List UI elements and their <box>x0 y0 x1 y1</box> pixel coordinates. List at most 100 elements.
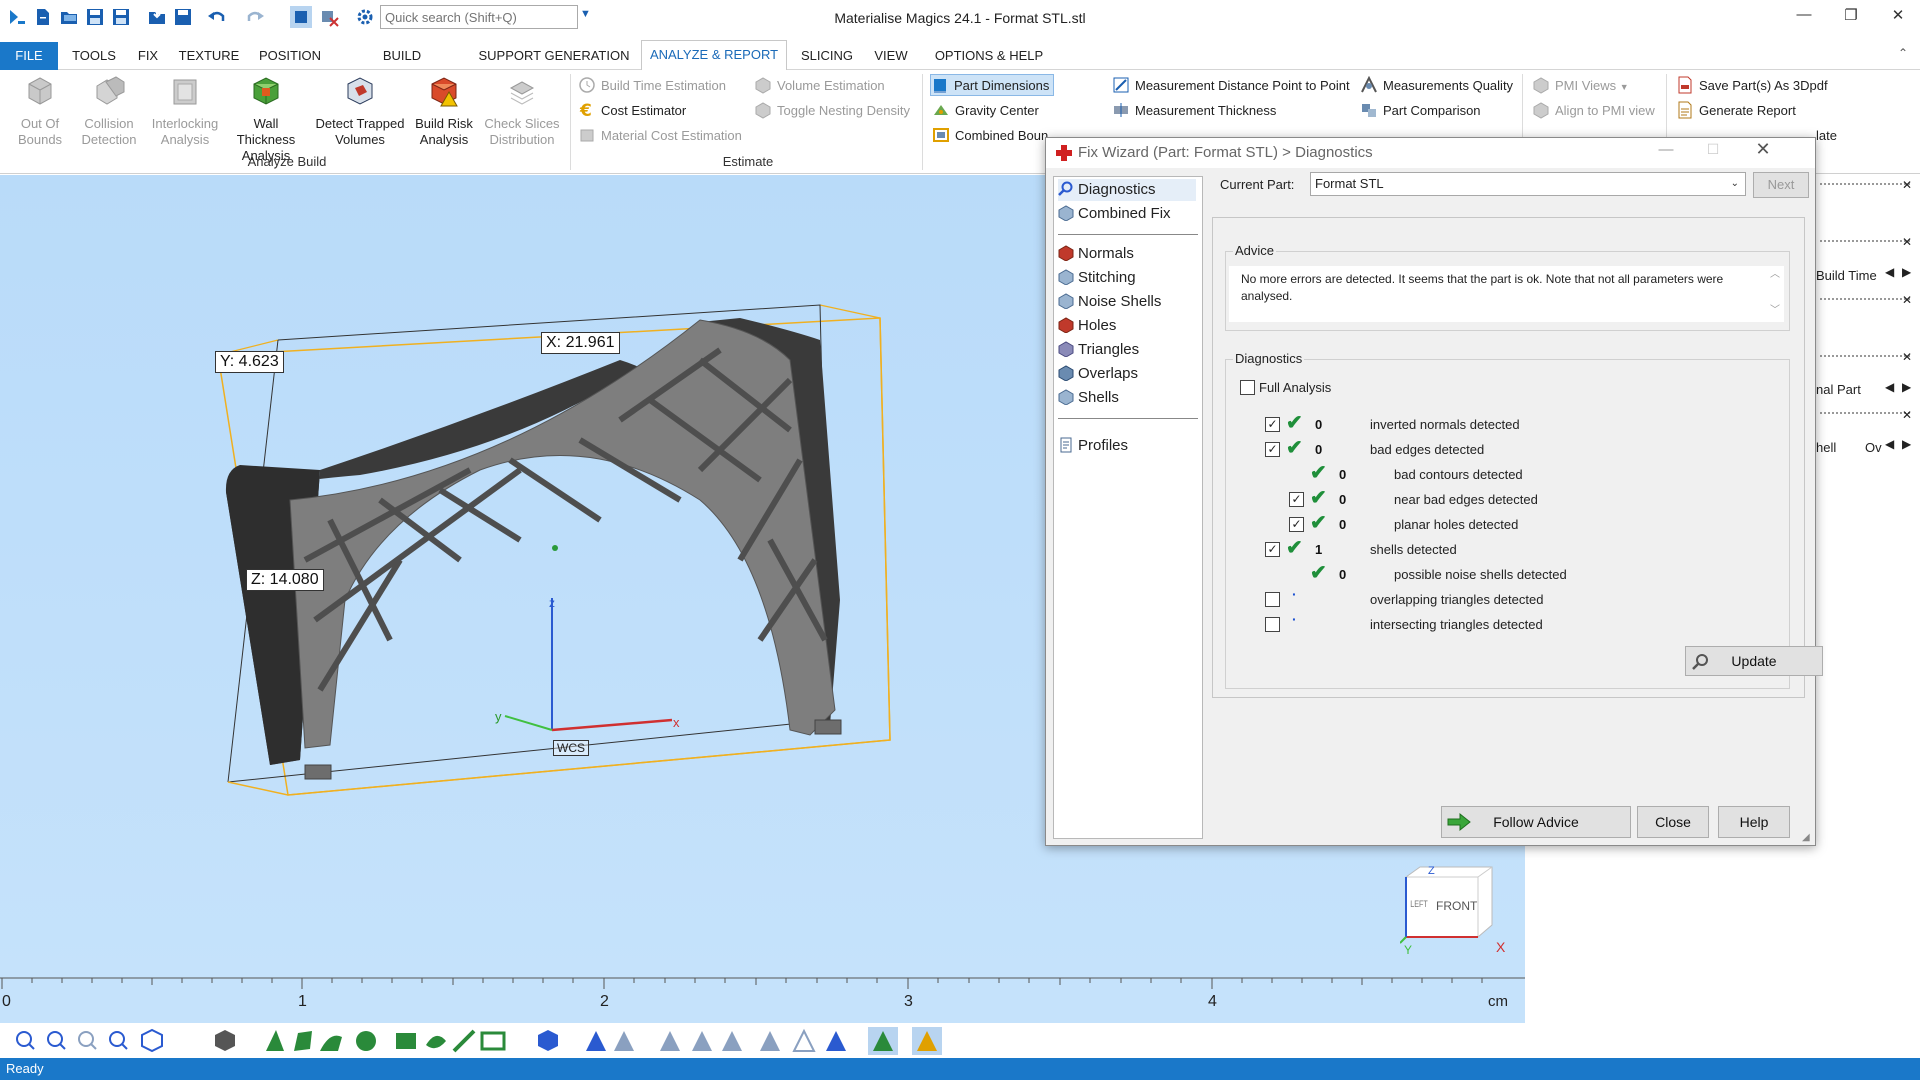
overlapping-triangles-checkbox[interactable] <box>1265 592 1280 607</box>
active-view-icon[interactable] <box>912 1027 942 1055</box>
zoom-all-icon[interactable] <box>107 1027 135 1055</box>
scroll-right-icon[interactable]: ▶ <box>1902 437 1911 451</box>
near-bad-edges-checkbox[interactable]: ✓ <box>1289 492 1304 507</box>
triangle-view-7-icon[interactable] <box>824 1027 852 1055</box>
panel-grip[interactable] <box>1820 298 1910 302</box>
nav-diagnostics[interactable]: Diagnostics <box>1058 179 1196 201</box>
triangle-view-5-icon[interactable] <box>720 1027 748 1055</box>
part-view-icon[interactable] <box>536 1027 564 1055</box>
planar-holes-checkbox[interactable]: ✓ <box>1289 517 1304 532</box>
panel-close-icon[interactable]: ✕ <box>1902 408 1912 422</box>
gravity-center-button[interactable]: Gravity Center <box>932 100 1039 122</box>
panel-grip[interactable] <box>1820 355 1910 359</box>
zoom-window-icon[interactable] <box>45 1027 73 1055</box>
tab-texture[interactable]: TEXTURE <box>174 42 244 70</box>
help-button[interactable]: Help <box>1718 806 1790 838</box>
tab-analyze-report[interactable]: ANALYZE & REPORT <box>641 40 787 71</box>
build-time-estimation-button[interactable]: Build Time Estimation <box>578 75 726 97</box>
nav-stitching[interactable]: Stitching <box>1058 267 1136 289</box>
pmi-views-button[interactable]: PMI Views ▼ <box>1532 75 1629 97</box>
intersecting-triangles-checkbox[interactable] <box>1265 617 1280 632</box>
view-orientation-icon[interactable] <box>140 1027 168 1055</box>
shaded-view-icon[interactable] <box>213 1027 241 1055</box>
zoom-icon[interactable] <box>14 1027 42 1055</box>
nav-holes[interactable]: Holes <box>1058 315 1116 337</box>
measurement-thickness-button[interactable]: Measurement Thickness <box>1112 100 1276 122</box>
triangle-view-6-icon[interactable] <box>758 1027 786 1055</box>
view-cube[interactable]: FRONT LEFT Z X Y <box>1399 865 1515 960</box>
wall-thickness-analysis-button[interactable]: Wall Thickness Analysis <box>224 74 308 164</box>
dialog-close-icon[interactable]: ✕ <box>1746 139 1780 165</box>
advice-scrollbar[interactable]: ︿ ﹀ <box>1766 266 1784 322</box>
save-as-3dpdf-button[interactable]: Save Part(s) As 3Dpdf <box>1676 75 1828 97</box>
material-cost-estimation-button[interactable]: Material Cost Estimation <box>578 125 742 147</box>
align-to-pmi-view-button[interactable]: Align to PMI view <box>1532 100 1655 122</box>
wireframe-icon[interactable] <box>792 1027 820 1055</box>
detect-trapped-volumes-button[interactable]: Detect Trapped Volumes <box>310 74 410 148</box>
scroll-left-icon[interactable]: ◀ <box>1885 265 1894 279</box>
resize-grip-icon[interactable]: ◢ <box>1802 832 1810 843</box>
collapse-ribbon-icon[interactable]: ⌃ <box>1898 46 1908 60</box>
dialog-minimize-button[interactable]: — <box>1651 141 1681 165</box>
nav-triangles[interactable]: Triangles <box>1058 339 1139 361</box>
follow-advice-button[interactable]: Follow Advice <box>1441 806 1631 838</box>
mark-surface-icon[interactable] <box>320 1027 348 1055</box>
generate-report-button[interactable]: Generate Report <box>1676 100 1796 122</box>
tab-view[interactable]: VIEW <box>866 42 916 70</box>
part-dimensions-button[interactable]: Part Dimensions <box>930 74 1055 96</box>
zoom-selected-icon[interactable] <box>76 1027 104 1055</box>
scroll-right-icon[interactable]: ▶ <box>1902 380 1911 394</box>
out-of-bounds-button[interactable]: Out Of Bounds <box>10 74 70 148</box>
tab-options-help[interactable]: OPTIONS & HELP <box>926 42 1052 70</box>
panel-close-icon[interactable]: ✕ <box>1902 350 1912 364</box>
panel-close-icon[interactable]: ✕ <box>1902 293 1912 307</box>
mark-contour-icon[interactable] <box>480 1027 508 1055</box>
advice-text-box[interactable]: No more errors are detected. It seems th… <box>1229 266 1766 322</box>
minimize-button[interactable]: — <box>1786 6 1822 28</box>
dialog-maximize-button[interactable]: ☐ <box>1698 141 1728 165</box>
triangle-view-2-icon[interactable] <box>612 1027 640 1055</box>
scroll-left-icon[interactable]: ◀ <box>1885 380 1894 394</box>
part-comparison-button[interactable]: Part Comparison <box>1360 100 1481 122</box>
tab-fix[interactable]: FIX <box>132 42 164 70</box>
shells-checkbox[interactable]: ✓ <box>1265 542 1280 557</box>
mark-line-icon[interactable] <box>452 1027 480 1055</box>
report-template-button[interactable]: late <box>1816 125 1837 147</box>
mark-triangle-icon[interactable] <box>264 1027 292 1055</box>
panel-close-icon[interactable]: ✕ <box>1902 178 1912 192</box>
build-risk-analysis-button[interactable]: Build Risk Analysis <box>410 74 478 148</box>
tab-slicing[interactable]: SLICING <box>797 42 857 70</box>
nav-combined-fix[interactable]: Combined Fix <box>1058 203 1171 225</box>
measurements-quality-button[interactable]: Measurements Quality <box>1360 75 1513 97</box>
nav-shells[interactable]: Shells <box>1058 387 1119 409</box>
close-window-button[interactable]: ✕ <box>1880 6 1916 28</box>
restore-button[interactable]: ❐ <box>1833 6 1869 28</box>
bad-edges-checkbox[interactable]: ✓ <box>1265 442 1280 457</box>
triangle-view-3-icon[interactable] <box>658 1027 686 1055</box>
tab-build-preparation[interactable]: BUILD PREPARATION <box>336 42 468 91</box>
mark-window-icon[interactable] <box>394 1027 422 1055</box>
nav-normals[interactable]: Normals <box>1058 243 1134 265</box>
mark-plane-icon[interactable] <box>292 1027 320 1055</box>
nav-overlaps[interactable]: Overlaps <box>1058 363 1138 385</box>
nav-noise-shells[interactable]: Noise Shells <box>1058 291 1161 313</box>
toggle-nesting-density-button[interactable]: Toggle Nesting Density <box>754 100 910 122</box>
tab-support-generation[interactable]: SUPPORT GENERATION <box>478 42 630 70</box>
full-analysis-checkbox[interactable] <box>1240 380 1255 395</box>
nav-profiles[interactable]: Profiles <box>1058 435 1128 457</box>
current-part-select[interactable]: Format STL ⌄ <box>1310 172 1746 196</box>
panel-grip[interactable] <box>1820 240 1910 244</box>
cost-estimator-button[interactable]: € Cost Estimator <box>578 100 686 122</box>
update-button[interactable]: Update <box>1685 646 1823 676</box>
next-button[interactable]: Next <box>1753 172 1809 198</box>
tab-tools[interactable]: TOOLS <box>68 42 120 70</box>
volume-estimation-button[interactable]: Volume Estimation <box>754 75 885 97</box>
scroll-left-icon[interactable]: ◀ <box>1885 437 1894 451</box>
active-mark-icon[interactable] <box>868 1027 898 1055</box>
close-button[interactable]: Close <box>1637 806 1709 838</box>
mark-shell-icon[interactable] <box>354 1027 382 1055</box>
measurement-distance-button[interactable]: Measurement Distance Point to Point <box>1112 75 1350 97</box>
interlocking-analysis-button[interactable]: Interlocking Analysis <box>148 74 222 148</box>
inverted-normals-checkbox[interactable]: ✓ <box>1265 417 1280 432</box>
check-slices-distribution-button[interactable]: Check Slices Distribution <box>480 74 564 148</box>
